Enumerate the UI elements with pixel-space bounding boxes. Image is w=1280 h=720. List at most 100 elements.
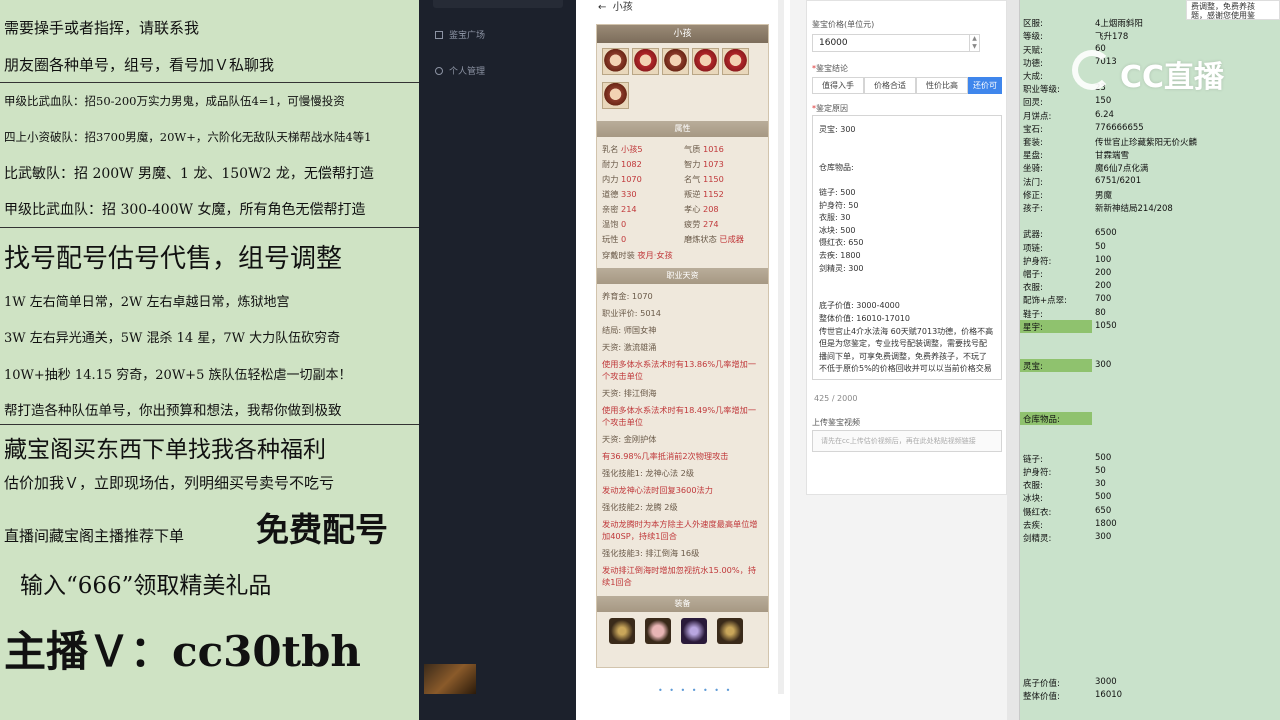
equipment-item[interactable] <box>609 618 635 644</box>
avatar[interactable] <box>632 48 659 75</box>
sheet-key-cell[interactable]: 功德: <box>1023 57 1043 69</box>
avatar[interactable] <box>692 48 719 75</box>
sheet-value-cell[interactable]: 6.24 <box>1095 110 1114 120</box>
avatar[interactable] <box>662 48 689 75</box>
reason-line: 去疾: 1800 <box>819 251 861 260</box>
sheet-value-cell[interactable]: 80 <box>1095 308 1106 318</box>
sheet-value-cell[interactable]: 魔6仙7点化满 <box>1095 162 1148 174</box>
sheet-value-cell[interactable]: 500 <box>1095 453 1111 463</box>
avatar[interactable] <box>602 48 629 75</box>
sheet-key-cell[interactable]: 去疾: <box>1023 519 1043 531</box>
sheet-key-cell[interactable]: 衣服: <box>1023 281 1043 293</box>
sheet-value-cell[interactable]: 4上烟雨斜阳 <box>1095 17 1143 29</box>
sheet-value-cell[interactable]: 700 <box>1095 294 1111 304</box>
sheet-key-cell[interactable]: 宝石: <box>1023 123 1043 135</box>
page-indicator[interactable]: • • • • • • • <box>658 686 732 695</box>
sheet-key-cell[interactable]: 仓库物品: <box>1023 413 1060 425</box>
attribute-row: 道德 330 叛逆 1152 <box>597 188 768 203</box>
square-icon <box>435 31 443 39</box>
sheet-value-cell[interactable]: 100 <box>1095 255 1111 265</box>
sheet-value-cell[interactable]: 150 <box>1095 96 1111 106</box>
sheet-key-cell[interactable]: 项链: <box>1023 242 1043 254</box>
skill-effect-text: 使用多体水系法术时有18.49%几率增加一个攻击单位 <box>602 405 757 427</box>
sheet-key-cell[interactable]: 区服: <box>1023 17 1043 29</box>
sheet-key-cell[interactable]: 护身符: <box>1023 255 1051 267</box>
video-link-input[interactable]: 请先在cc上传估价视频后，再在此处粘贴视频链接 <box>812 430 1002 452</box>
attribute-item: 内力 1070 <box>602 174 642 184</box>
sheet-value-cell[interactable]: 200 <box>1095 268 1111 278</box>
sheet-value-cell[interactable]: 50 <box>1095 242 1106 252</box>
sheet-value-cell[interactable]: 新新神结局214/208 <box>1095 202 1173 214</box>
conclusion-negotiable-button[interactable]: 还价可 <box>968 77 1002 94</box>
sheet-key-cell[interactable]: 法门: <box>1023 176 1043 188</box>
sheet-key-cell[interactable]: 慑红衣: <box>1023 506 1051 518</box>
sheet-key-cell[interactable]: 整体价值: <box>1023 690 1060 702</box>
sheet-key-cell[interactable]: 鞋子: <box>1023 308 1043 320</box>
sheet-key-cell[interactable]: 天赋: <box>1023 44 1043 56</box>
sheet-key-cell[interactable]: 套装: <box>1023 136 1043 148</box>
conclusion-cost-effective-button[interactable]: 性价比高 <box>916 77 968 94</box>
child-card: 小孩 属性 乳名 小孩5 气质 1016 耐力 1082 智力 1073 内力 1070… <box>596 24 769 668</box>
sheet-value-cell[interactable]: 飞升178 <box>1095 30 1128 42</box>
price-input[interactable]: 16000 ▲ ▼ <box>812 34 980 52</box>
sheet-value-cell[interactable]: 16010 <box>1095 690 1122 700</box>
sheet-key-cell[interactable]: 冰块: <box>1023 492 1043 504</box>
avatar[interactable] <box>602 82 629 109</box>
sheet-key-cell[interactable]: 帽子: <box>1023 268 1043 280</box>
sheet-value-cell[interactable]: 300 <box>1095 532 1111 542</box>
reason-textarea[interactable]: 灵宝: 300 仓库物品: 链子: 500 护身符: 50 衣服: 30 冰块: 500 慑… <box>812 115 1002 380</box>
sheet-value-cell[interactable]: 传世官止珍藏紫阳无价火麟 <box>1095 136 1197 148</box>
sheet-key-cell[interactable]: 孩子: <box>1023 202 1043 214</box>
sheet-key-cell[interactable]: 坐骑: <box>1023 162 1043 174</box>
sheet-key-cell[interactable]: 护身符: <box>1023 466 1051 478</box>
sheet-value-cell[interactable]: 776666655 <box>1095 123 1144 133</box>
sheet-key-cell[interactable]: 职业等级: <box>1023 83 1060 95</box>
reason-line: 慑红衣: 650 <box>819 238 864 248</box>
sheet-value-cell[interactable]: 200 <box>1095 281 1111 291</box>
sheet-key-cell[interactable]: 等级: <box>1023 30 1043 42</box>
equipment-list <box>597 612 768 654</box>
scrollbar[interactable] <box>778 0 784 694</box>
sheet-value-cell[interactable]: 300 <box>1095 360 1111 370</box>
sheet-value-cell[interactable]: 1050 <box>1095 321 1117 331</box>
sheet-value-cell[interactable]: 6500 <box>1095 228 1117 238</box>
sheet-key-cell[interactable]: 大成: <box>1023 70 1043 82</box>
sheet-value-cell[interactable]: 30 <box>1095 479 1106 489</box>
conclusion-fair-price-button[interactable]: 价格合适 <box>864 77 916 94</box>
back-button[interactable]: ← 小孩 <box>598 0 633 13</box>
price-stepper[interactable]: ▲ ▼ <box>969 35 979 51</box>
sheet-value-cell[interactable]: 50 <box>1095 466 1106 476</box>
reason-line: 不低于原价5%的价格回收并可以以当前价格交易 <box>819 364 992 374</box>
sheet-value-cell[interactable]: 650 <box>1095 506 1111 516</box>
sheet-value-cell[interactable]: 1800 <box>1095 519 1117 529</box>
avatar[interactable] <box>722 48 749 75</box>
sheet-key-cell[interactable]: 星盘: <box>1023 149 1043 161</box>
sheet-value-cell[interactable]: 男魔 <box>1095 189 1112 201</box>
sheet-key-cell[interactable]: 月饼点: <box>1023 110 1051 122</box>
sheet-key-cell[interactable]: 星宇: <box>1023 321 1043 333</box>
nav-item-personal-management[interactable]: 个人管理 <box>435 64 485 77</box>
banner-line: 帮打造各种队伍单号，你出预算和想法，我帮你做到极致 <box>4 403 342 419</box>
nav-item-appraisal-square[interactable]: 鉴宝广场 <box>435 28 485 41</box>
sheet-key-cell[interactable]: 配饰+点翠: <box>1023 294 1067 306</box>
sheet-key-cell[interactable]: 灵宝: <box>1023 360 1043 372</box>
sheet-value-cell[interactable]: 6751/6201 <box>1095 176 1141 186</box>
sheet-key-cell[interactable]: 剑精灵: <box>1023 532 1051 544</box>
sheet-key-cell[interactable]: 武器: <box>1023 228 1043 240</box>
attribute-item: 名气 1150 <box>684 174 724 184</box>
attribute-row: 玩性 0 磨炼状态 已成器 <box>597 233 768 248</box>
conclusion-worth-buying-button[interactable]: 值得入手 <box>812 77 864 94</box>
equipment-item[interactable] <box>717 618 743 644</box>
sheet-key-cell[interactable]: 衣服: <box>1023 479 1043 491</box>
attribute-item: 亲密 214 <box>602 204 637 214</box>
sheet-value-cell[interactable]: 甘霖端雪 <box>1095 149 1129 161</box>
equipment-item[interactable] <box>645 618 671 644</box>
sheet-key-cell[interactable]: 链子: <box>1023 453 1043 465</box>
sheet-value-cell[interactable]: 3000 <box>1095 677 1117 687</box>
attribute-item: 乳名 小孩5 <box>602 144 643 154</box>
sheet-key-cell[interactable]: 修正: <box>1023 189 1043 201</box>
equipment-item[interactable] <box>681 618 707 644</box>
sheet-key-cell[interactable]: 回灵: <box>1023 96 1043 108</box>
sheet-value-cell[interactable]: 500 <box>1095 492 1111 502</box>
sheet-key-cell[interactable]: 底子价值: <box>1023 677 1060 689</box>
